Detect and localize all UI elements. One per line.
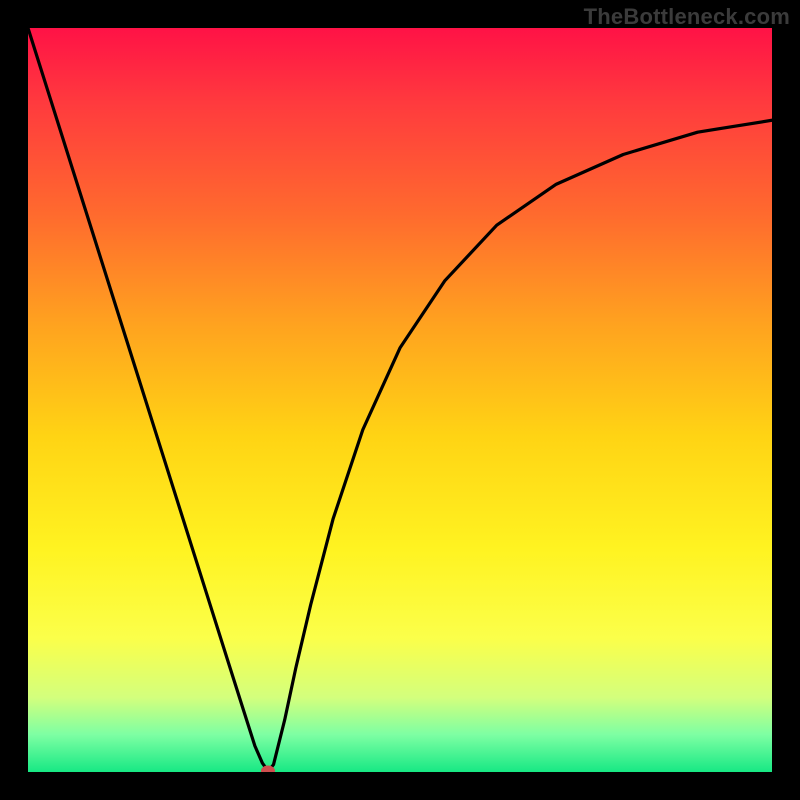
- watermark-text: TheBottleneck.com: [584, 4, 790, 30]
- gradient-background: [28, 28, 772, 772]
- plot-area: [28, 28, 772, 772]
- optimal-point-marker: [261, 766, 275, 772]
- outer-frame: TheBottleneck.com: [0, 0, 800, 800]
- chart-svg: [28, 28, 772, 772]
